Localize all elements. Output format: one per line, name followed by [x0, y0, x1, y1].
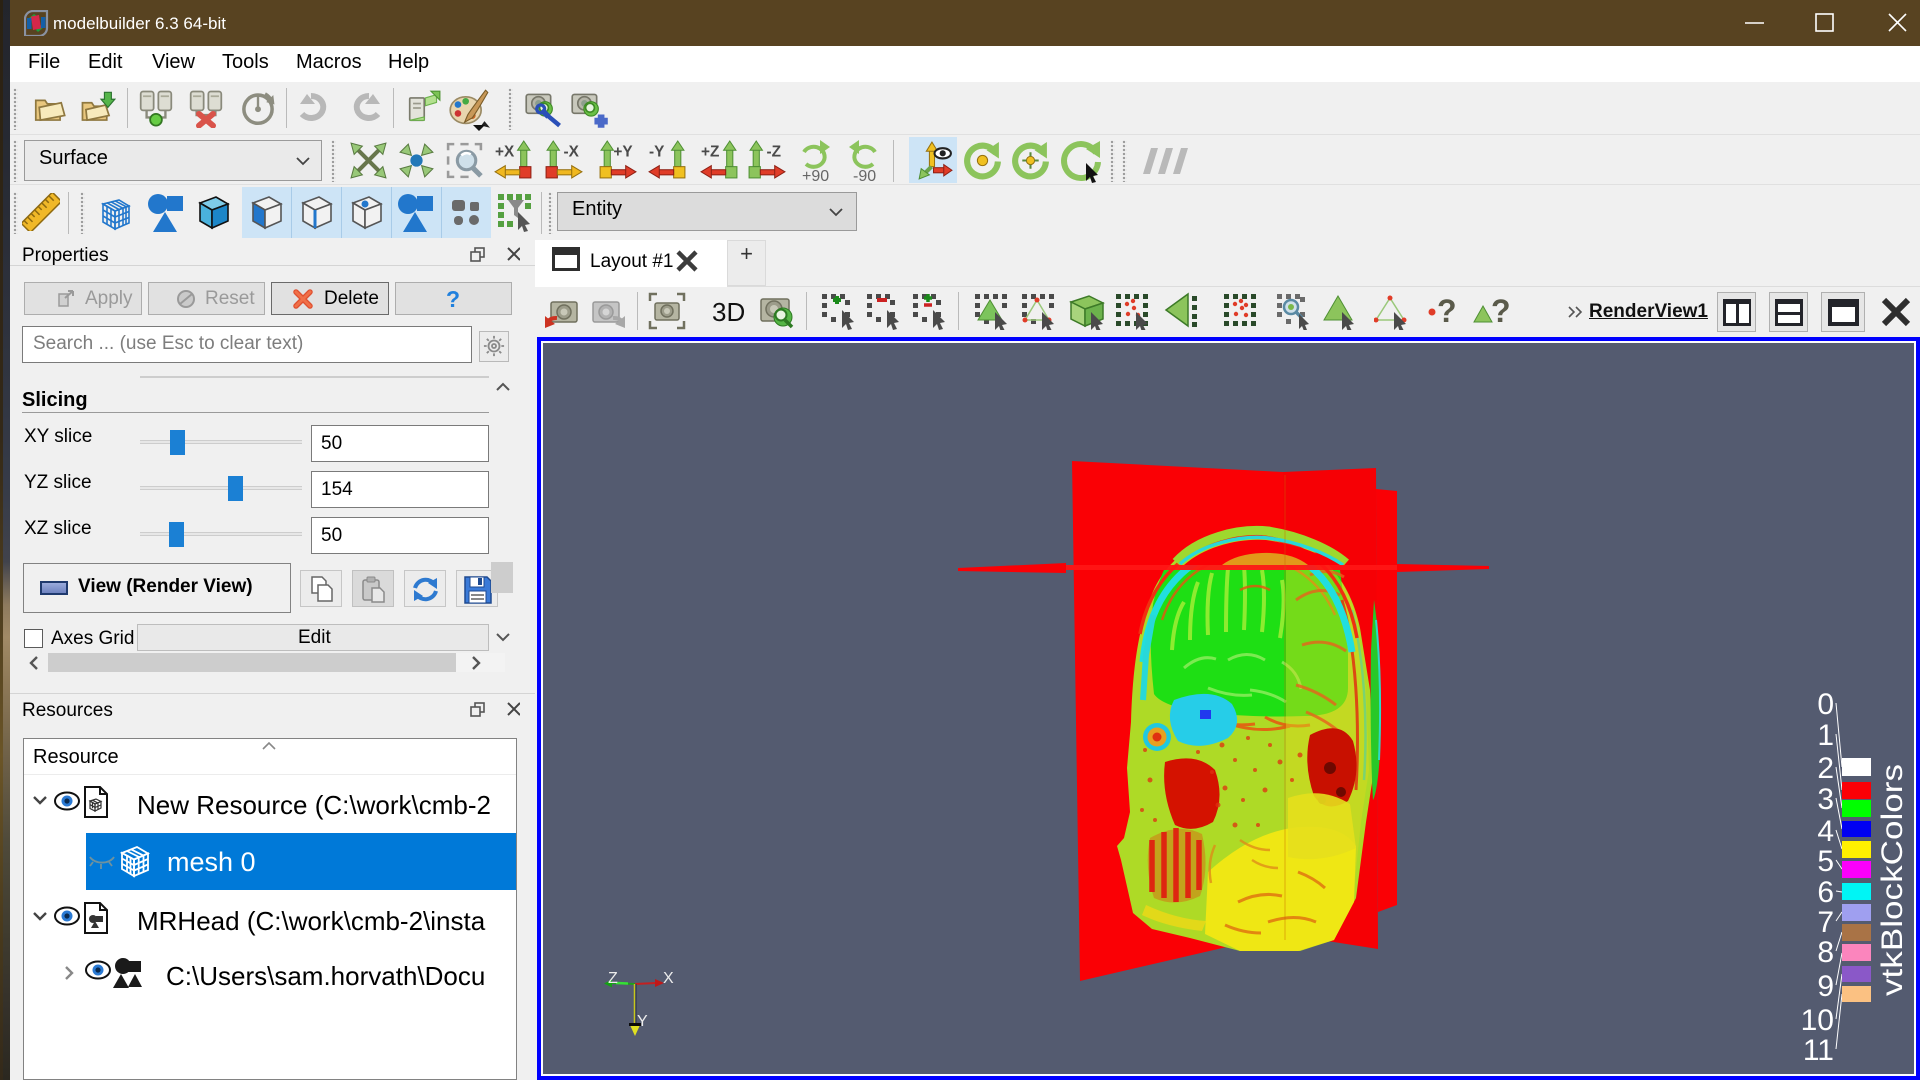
svg-text:1: 1	[1817, 719, 1834, 752]
svg-text:-Z: -Z	[767, 143, 782, 160]
svg-text:+Z: +Z	[701, 143, 719, 160]
svg-text:+X: +X	[495, 143, 515, 160]
svg-text:6: 6	[1817, 876, 1834, 909]
svg-text:?: ?	[1437, 294, 1457, 329]
svg-text:-X: -X	[564, 143, 580, 160]
svg-text:3: 3	[1817, 783, 1834, 816]
svg-text:8: 8	[1817, 936, 1834, 969]
svg-text:X: X	[663, 970, 674, 987]
svg-text:10: 10	[1801, 1004, 1834, 1037]
svg-text:0: 0	[1817, 688, 1834, 721]
svg-text:+Y: +Y	[613, 143, 632, 160]
svg-text:Z: Z	[608, 970, 618, 987]
svg-text:-Y: -Y	[649, 143, 664, 160]
svg-text:vtkBlockColors: vtkBlockColors	[1876, 764, 1909, 996]
svg-text:-90: -90	[853, 168, 876, 183]
svg-text:Y: Y	[637, 1013, 648, 1030]
svg-text:9: 9	[1817, 970, 1834, 1003]
svg-text:7: 7	[1817, 906, 1834, 939]
svg-text:2: 2	[1817, 752, 1834, 785]
svg-text:5: 5	[1817, 845, 1834, 878]
svg-text:+90: +90	[802, 168, 829, 183]
svg-text:11: 11	[1803, 1034, 1834, 1067]
svg-text:?: ?	[1491, 294, 1511, 329]
svg-text:4: 4	[1817, 815, 1834, 848]
